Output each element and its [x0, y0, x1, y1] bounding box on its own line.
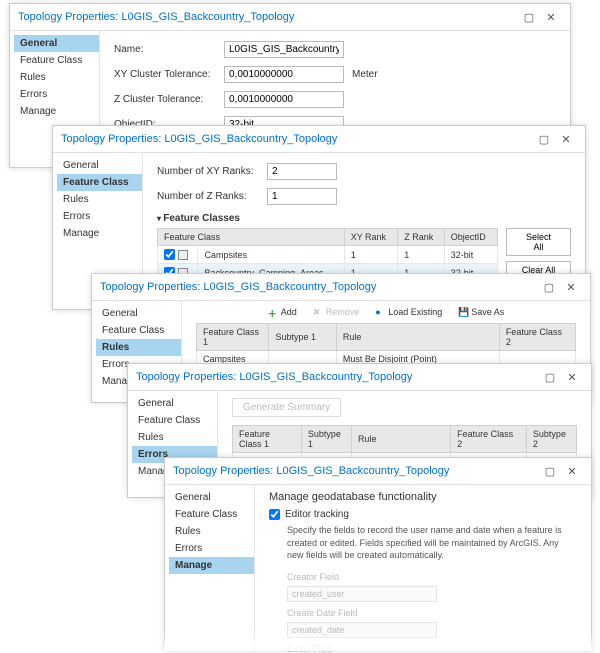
col-rule: Rule: [336, 324, 499, 351]
z-tolerance-input[interactable]: [224, 91, 344, 108]
unit-label: Meter: [352, 69, 378, 80]
generate-summary-button[interactable]: Generate Summary: [232, 398, 341, 417]
sidebar-item-featureclass[interactable]: Feature Class: [57, 174, 142, 191]
sidebar-item-rules[interactable]: Rules: [132, 429, 217, 446]
close-button[interactable]: ✕: [560, 278, 582, 296]
sidebar-item-rules[interactable]: Rules: [57, 191, 142, 208]
window-title: Topology Properties: L0GIS_GIS_Backcount…: [173, 465, 539, 477]
manage-title: Manage geodatabase functionality: [269, 491, 577, 503]
remove-rule-button: ✕Remove: [313, 307, 360, 317]
col-objectid: ObjectID: [444, 229, 497, 246]
z-ranks-label: Number of Z Ranks:: [157, 191, 267, 202]
window-title: Topology Properties: L0GIS_GIS_Backcount…: [100, 281, 538, 293]
name-label: Name:: [114, 44, 224, 55]
sidebar-item-manage[interactable]: Manage: [14, 103, 99, 120]
sidebar-item-manage[interactable]: Manage: [57, 225, 142, 242]
sidebar-item-general[interactable]: General: [96, 305, 181, 322]
sidebar-item-general[interactable]: General: [57, 157, 142, 174]
table-row[interactable]: Campsites1132-bit: [158, 246, 498, 264]
maximize-button[interactable]: ▢: [539, 368, 561, 386]
save-icon: 💾: [458, 307, 468, 317]
sidebar-item-general[interactable]: General: [169, 489, 254, 506]
col-featureclass: Feature Class: [158, 229, 345, 246]
sidebar-item-errors[interactable]: Errors: [57, 208, 142, 225]
window-title: Topology Properties: L0GIS_GIS_Backcount…: [18, 11, 518, 23]
col-fc1: Feature Class 1: [233, 426, 302, 453]
sidebar-item-featureclass[interactable]: Feature Class: [14, 52, 99, 69]
maximize-button[interactable]: ▢: [538, 278, 560, 296]
col-fc2: Feature Class 2: [499, 324, 575, 351]
fc-icon: [178, 250, 188, 260]
col-xyrank: XY Rank: [344, 229, 398, 246]
sidebar-item-general[interactable]: General: [14, 35, 99, 52]
editor-tracking-desc: Specify the fields to record the user na…: [287, 524, 577, 562]
sidebar-item-manage[interactable]: Manage: [169, 557, 254, 574]
window-title: Topology Properties: L0GIS_GIS_Backcount…: [61, 133, 533, 145]
xy-tolerance-input[interactable]: [224, 66, 344, 83]
row-checkbox[interactable]: [164, 249, 175, 260]
xy-ranks-input[interactable]: [267, 163, 337, 180]
sidebar-item-rules[interactable]: Rules: [96, 339, 181, 356]
feature-classes-section[interactable]: Feature Classes: [157, 213, 571, 224]
close-button[interactable]: ✕: [540, 8, 562, 26]
select-all-button[interactable]: Select All: [506, 228, 571, 256]
sidebar-item-errors[interactable]: Errors: [169, 540, 254, 557]
col-st1: Subtype 1: [269, 324, 336, 351]
sidebar-item-rules[interactable]: Rules: [169, 523, 254, 540]
editor-field-label: Editor Field: [287, 644, 577, 653]
x-icon: ✕: [313, 307, 323, 317]
col-fc2: Feature Class 2: [451, 426, 527, 453]
save-as-button[interactable]: 💾Save As: [458, 307, 504, 317]
name-input[interactable]: [224, 41, 344, 58]
editor-tracking-checkbox[interactable]: [269, 509, 280, 520]
col-zrank: Z Rank: [398, 229, 445, 246]
col-fc1: Feature Class 1: [197, 324, 269, 351]
close-button[interactable]: ✕: [561, 368, 583, 386]
create-date-field-label: Create Date Field: [287, 608, 577, 618]
editor-tracking-label: Editor tracking: [285, 509, 349, 520]
sidebar-item-featureclass[interactable]: Feature Class: [96, 322, 181, 339]
creator-field-label: Creator Field: [287, 572, 577, 582]
maximize-button[interactable]: ▢: [518, 8, 540, 26]
load-icon: ●: [375, 307, 385, 317]
maximize-button[interactable]: ▢: [539, 462, 561, 480]
add-rule-button[interactable]: ＋Add: [268, 307, 297, 317]
create-date-field-input[interactable]: [287, 622, 437, 638]
sidebar-item-general[interactable]: General: [132, 395, 217, 412]
window-title: Topology Properties: L0GIS_GIS_Backcount…: [136, 371, 539, 383]
col-st2: Subtype 2: [526, 426, 576, 453]
sidebar-item-featureclass[interactable]: Feature Class: [132, 412, 217, 429]
z-tolerance-label: Z Cluster Tolerance:: [114, 94, 224, 105]
plus-icon: ＋: [268, 307, 278, 317]
z-ranks-input[interactable]: [267, 188, 337, 205]
xy-ranks-label: Number of XY Ranks:: [157, 166, 267, 177]
col-st1: Subtype 1: [301, 426, 351, 453]
col-rule: Rule: [351, 426, 450, 453]
xy-tolerance-label: XY Cluster Tolerance:: [114, 69, 224, 80]
maximize-button[interactable]: ▢: [533, 130, 555, 148]
close-button[interactable]: ✕: [555, 130, 577, 148]
load-existing-button[interactable]: ●Load Existing: [375, 307, 442, 317]
creator-field-input[interactable]: [287, 586, 437, 602]
sidebar-item-rules[interactable]: Rules: [14, 69, 99, 86]
sidebar-item-errors[interactable]: Errors: [14, 86, 99, 103]
sidebar-item-featureclass[interactable]: Feature Class: [169, 506, 254, 523]
close-button[interactable]: ✕: [561, 462, 583, 480]
